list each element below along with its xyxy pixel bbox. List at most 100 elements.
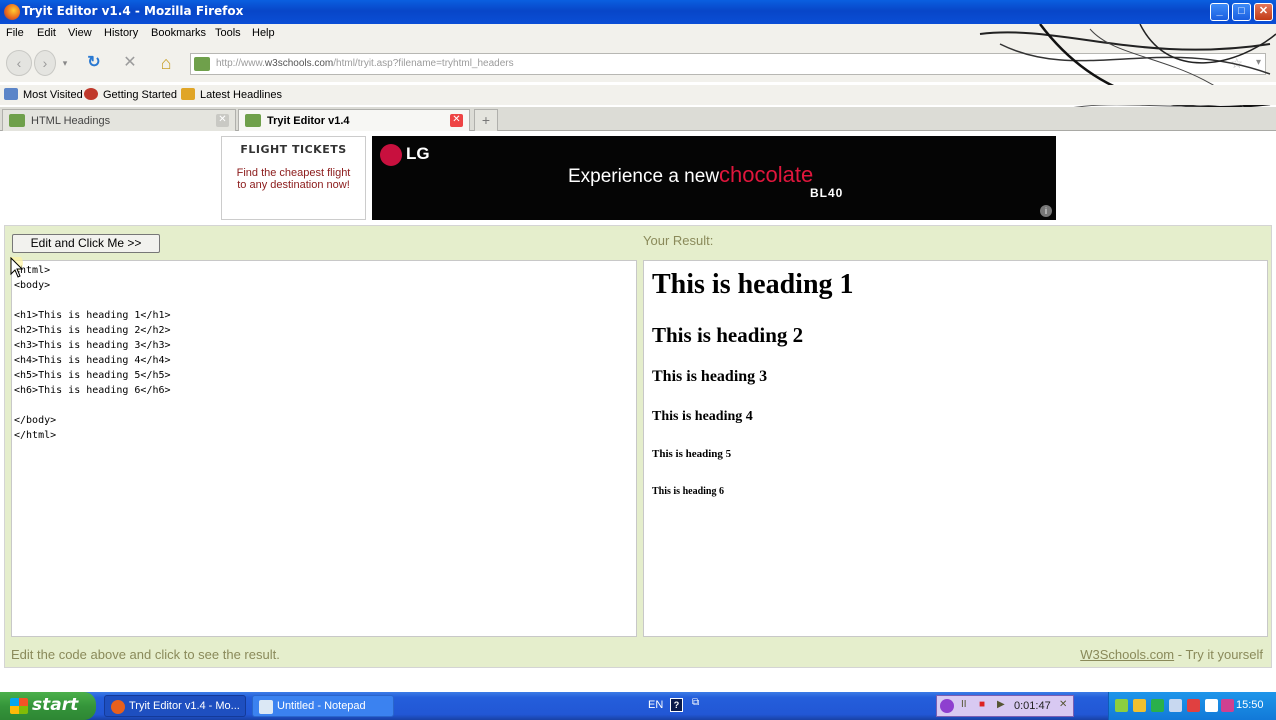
back-button[interactable]: ‹ [6,50,32,76]
windows-logo-icon [10,698,28,714]
bookmark-most-visited[interactable]: Most Visited [4,88,83,101]
flight-tickets-ad[interactable]: FLIGHT TICKETS Find the cheapest flight … [221,136,366,220]
result-h1: This is heading 1 [652,269,854,300]
recorder-control-bar: II ■ ▶ 0:01:47 ✕ [936,695,1074,717]
ad-tagline: Experience a newchocolate [568,162,813,188]
lg-banner-ad[interactable]: LG Experience a newchocolate BL40 i [372,136,1056,220]
menu-history[interactable]: History [104,27,138,39]
site-favicon-icon [194,57,210,71]
lg-logo-text: LG [406,144,430,163]
rss-feed-icon [181,88,195,100]
url-text[interactable]: http://www.w3schools.com/html/tryit.asp?… [216,58,514,69]
editor-instructions: Edit the code above and click to see the… [11,647,280,662]
code-textarea[interactable]: <html> <body> <h1>This is heading 1</h1>… [11,260,637,637]
result-h3: This is heading 3 [652,368,768,385]
w3schools-favicon-icon [9,114,25,127]
taskbar-firefox[interactable]: Tryit Editor v1.4 - Mo... [104,695,246,717]
close-window-button[interactable]: ✕ [1254,3,1273,21]
system-tray: 15:50 [1108,692,1276,720]
tray-volume-icon[interactable] [1169,699,1182,712]
language-indicator[interactable]: EN [648,699,663,711]
tray-media-icon[interactable] [1221,699,1234,712]
tab-bar: HTML Headings ✕ Tryit Editor v1.4 ✕ + [0,107,1276,131]
result-frame: This is heading 1 This is heading 2 This… [643,260,1268,637]
bookmark-latest-headlines[interactable]: Latest Headlines [181,88,282,101]
maximize-button[interactable]: □ [1232,3,1251,21]
w3schools-favicon-icon [245,114,261,127]
recorder-close-button[interactable]: ✕ [1059,699,1067,710]
menu-bookmarks[interactable]: Bookmarks [151,27,206,39]
tab-close-icon[interactable]: ✕ [450,114,463,127]
menu-view[interactable]: View [68,27,92,39]
mouse-cursor-icon [10,257,24,278]
url-path: /html/tryit.asp?filename=tryhtml_headers [333,58,514,69]
reload-icon[interactable]: ↻ [84,53,104,73]
minimize-button[interactable]: _ [1210,3,1229,21]
menu-tools[interactable]: Tools [215,27,241,39]
result-h6: This is heading 6 [652,486,724,497]
system-clock: 15:50 [1236,699,1264,711]
notepad-icon [259,700,273,714]
start-label: start [32,695,79,715]
tray-word-icon[interactable] [1205,699,1218,712]
result-h2: This is heading 2 [652,323,804,347]
tray-network-icon[interactable] [1115,699,1128,712]
bookmark-getting-started[interactable]: Getting Started [84,88,177,101]
most-visited-icon [4,88,18,100]
ad-info-icon[interactable]: i [1040,205,1052,217]
menu-edit[interactable]: Edit [37,27,56,39]
tagline-text: Experience a new [568,166,720,187]
recorder-icon [940,699,954,713]
ad-model: BL40 [810,186,844,200]
editor-footer: W3Schools.com - Try it yourself [1080,647,1263,662]
lg-logo-icon [380,144,402,166]
menu-file[interactable]: File [6,27,24,39]
tagline-highlight: chocolate [719,162,814,187]
ad-title: FLIGHT TICKETS [240,143,347,156]
taskbar-item-label: Untitled - Notepad [277,700,366,712]
title-bar: Tryit Editor v1.4 - Mozilla Firefox _ □ … [0,0,1276,24]
desktop-toolbar-icon[interactable]: ⧉ [692,697,704,709]
taskbar-item-label: Tryit Editor v1.4 - Mo... [129,700,240,712]
bookmark-label: Getting Started [103,89,177,101]
history-dropdown-icon[interactable]: ▾ [58,53,72,73]
stop-icon[interactable]: ✕ [120,53,140,73]
bookmark-label: Latest Headlines [200,89,282,101]
result-h5: This is heading 5 [652,448,732,460]
bookmark-label: Most Visited [23,89,83,101]
tab-html-headings[interactable]: HTML Headings ✕ [2,109,236,131]
window-title: Tryit Editor v1.4 - Mozilla Firefox [22,4,244,18]
tray-security-icon[interactable] [1151,699,1164,712]
url-domain: w3schools.com [264,58,334,69]
stop-record-button[interactable]: ■ [979,699,985,710]
pause-button[interactable]: II [961,699,967,710]
result-h4: This is heading 4 [652,409,753,424]
ad-description: Find the cheapest flight to any destinat… [236,167,351,191]
url-prefix: http://www. [216,58,265,69]
footer-suffix: - Try it yourself [1174,647,1263,662]
tab-label: Tryit Editor v1.4 [267,115,350,127]
edit-and-click-button[interactable]: Edit and Click Me >> [12,234,160,253]
help-icon[interactable]: ? [670,698,683,712]
home-icon[interactable]: ⌂ [156,53,176,73]
bookmarks-toolbar: Most Visited Getting Started Latest Head… [0,85,1276,105]
page-content: FLIGHT TICKETS Find the cheapest flight … [0,131,1276,692]
tray-app-icon[interactable] [1133,699,1146,712]
tray-alert-icon[interactable] [1187,699,1200,712]
firefox-icon [4,4,20,20]
tab-label: HTML Headings [31,115,111,127]
play-button[interactable]: ▶ [997,699,1005,710]
menu-help[interactable]: Help [252,27,275,39]
start-button[interactable]: start [0,692,96,720]
tryit-editor: Edit and Click Me >> Your Result: <html>… [4,225,1272,668]
recording-time: 0:01:47 [1014,700,1051,712]
result-label: Your Result: [643,233,714,248]
w3schools-link[interactable]: W3Schools.com [1080,647,1174,662]
firefox-bookmark-icon [84,88,98,100]
forward-button[interactable]: › [34,50,56,76]
tab-tryit-editor[interactable]: Tryit Editor v1.4 ✕ [238,109,470,131]
taskbar-notepad[interactable]: Untitled - Notepad [252,695,394,717]
tab-close-icon[interactable]: ✕ [216,114,229,127]
new-tab-button[interactable]: + [474,109,498,131]
windows-taskbar: start Tryit Editor v1.4 - Mo... Untitled… [0,692,1276,720]
